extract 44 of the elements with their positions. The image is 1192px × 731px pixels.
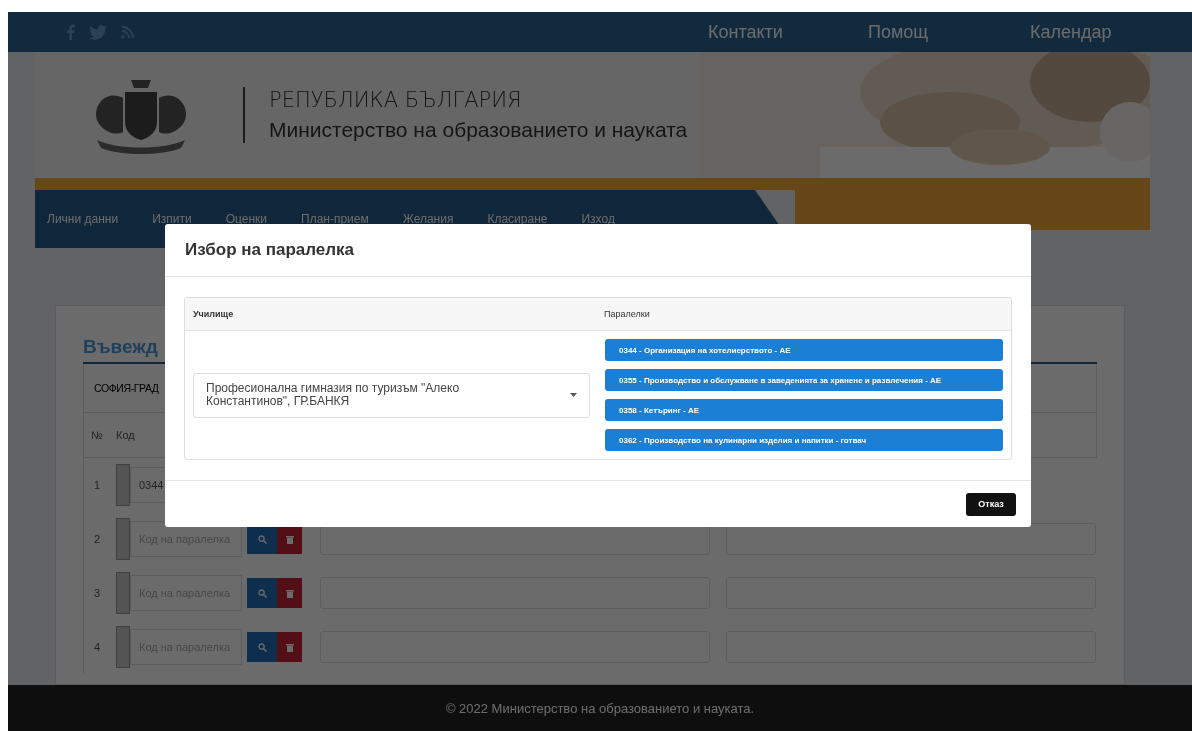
country-title: РЕПУБЛИКА БЪЛГАРИЯ (269, 88, 523, 112)
row-number: 4 (92, 641, 102, 653)
caret-icon (570, 393, 577, 397)
search-icon (257, 534, 267, 544)
nav-link[interactable]: Оценки (225, 212, 267, 226)
class-option-button[interactable]: 0358 - Кетъринг - АЕ (605, 399, 1003, 421)
class-option-button[interactable]: 0344 - Организация на хотелиерството - АЕ (605, 339, 1003, 361)
order-spinner[interactable] (116, 464, 130, 506)
row-number: 2 (92, 533, 102, 545)
search-icon (257, 642, 267, 652)
nav-link[interactable]: План-прием (301, 212, 369, 226)
class-option-button[interactable]: 0362 - Производство на кулинарни изделия и напитки - готвач (605, 429, 1003, 451)
trash-icon (285, 588, 294, 598)
column-header: Код (116, 429, 135, 441)
region-tab[interactable]: СОФИЯ-ГРАД (94, 382, 159, 394)
class-option-button[interactable]: 0355 - Производство и обслужване в заведенията за хранене и развлечения - АЕ (605, 369, 1003, 391)
nav-link[interactable]: Класиране (487, 212, 548, 226)
dialog-title: Избор на паралелка (185, 240, 355, 260)
search-icon (257, 588, 267, 598)
order-spinner[interactable] (116, 572, 130, 614)
column-header: № (90, 429, 104, 441)
facebook-icon[interactable] (66, 24, 75, 40)
nav-link[interactable]: Желания (402, 212, 454, 226)
copyright-text: © 2022 Министерство на образованието и науката. (445, 700, 755, 716)
nav-link[interactable]: Изпити (152, 212, 192, 226)
ministry-title: Министерство на образованието и науката (269, 118, 688, 142)
twitter-icon[interactable] (89, 24, 107, 40)
row-number: 1 (92, 479, 102, 491)
order-spinner[interactable] (116, 518, 130, 560)
rss-icon[interactable] (121, 25, 134, 39)
school-select[interactable]: Професионална гимназия по туризъм "Алеко Константинов", ГР.БАНКЯ (193, 372, 590, 418)
column-header: Паралелки (603, 309, 650, 319)
trash-icon (285, 534, 294, 544)
top-nav-link[interactable]: Помощ (868, 21, 1030, 43)
nav-link[interactable]: Лични данни (47, 212, 119, 226)
top-nav-link[interactable]: Календар (1030, 21, 1192, 43)
top-nav-link[interactable]: Контакти (708, 21, 868, 43)
trash-icon (285, 642, 294, 652)
cancel-button[interactable]: Отказ (966, 492, 1016, 516)
row-number: 3 (92, 587, 102, 599)
column-header: Училище (192, 309, 235, 319)
nav-link[interactable]: Изход (581, 212, 615, 226)
form-title: Въвежд (83, 336, 158, 357)
order-spinner[interactable] (116, 626, 130, 668)
